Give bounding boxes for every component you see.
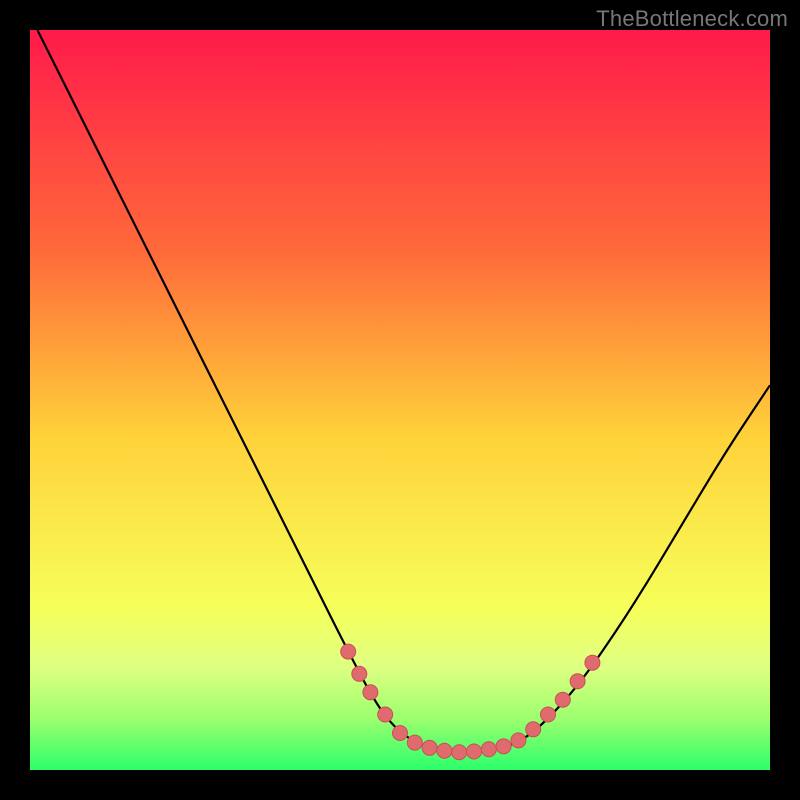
curve-dot (585, 655, 600, 670)
curve-dot (526, 722, 541, 737)
curve-dot (407, 735, 422, 750)
curve-dot (363, 685, 378, 700)
chart-background (30, 30, 770, 770)
curve-dot (481, 742, 496, 757)
curve-dot (437, 743, 452, 758)
bottleneck-chart (30, 30, 770, 770)
watermark-text: TheBottleneck.com (596, 6, 788, 32)
curve-dot (555, 692, 570, 707)
curve-dot (378, 707, 393, 722)
curve-dot (496, 739, 511, 754)
chart-stage: TheBottleneck.com (0, 0, 800, 800)
curve-dot (570, 674, 585, 689)
curve-dot (452, 745, 467, 760)
curve-dot (341, 644, 356, 659)
curve-dot (393, 726, 408, 741)
curve-dot (352, 666, 367, 681)
curve-dot (511, 733, 526, 748)
curve-dot (467, 744, 482, 759)
curve-dot (422, 740, 437, 755)
curve-dot (541, 707, 556, 722)
